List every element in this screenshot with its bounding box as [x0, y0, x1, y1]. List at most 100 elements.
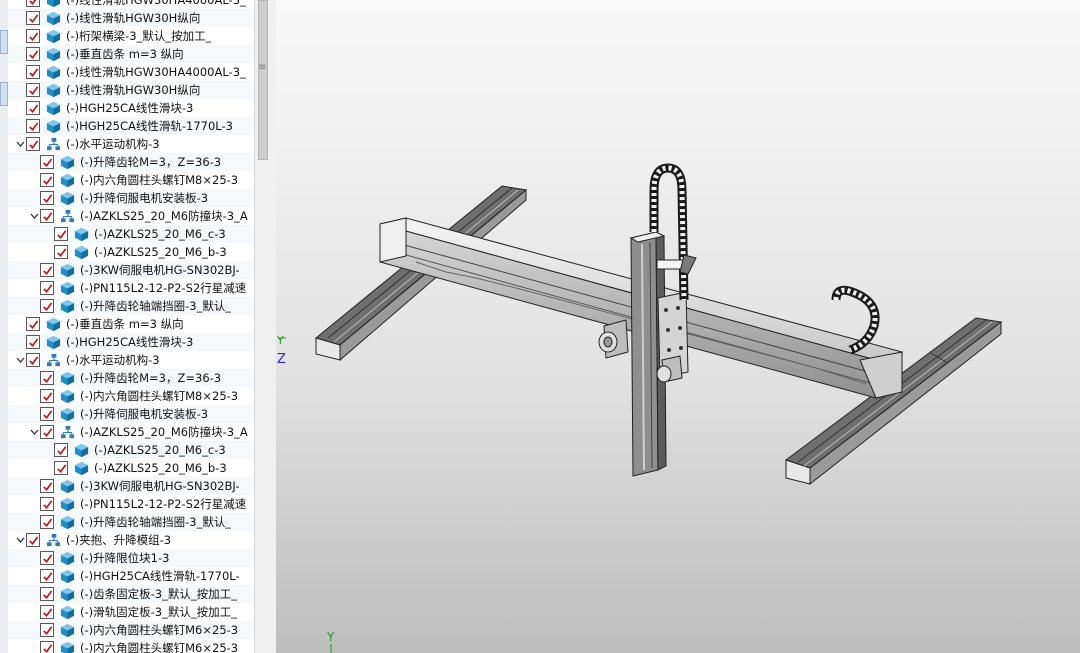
tree-part-node[interactable]: (-)内六角圆柱头螺钉M6×25-3	[8, 621, 254, 639]
visibility-checkbox[interactable]	[40, 281, 54, 295]
visibility-checkbox[interactable]	[26, 317, 40, 331]
visibility-checkbox[interactable]	[26, 119, 40, 133]
visibility-checkbox[interactable]	[40, 479, 54, 493]
assembly-icon	[60, 425, 75, 440]
visibility-checkbox[interactable]	[54, 245, 68, 259]
scrollbar-thumb[interactable]	[258, 0, 268, 160]
tree-part-node[interactable]: (-)线性滑轨HGW30H纵向	[8, 81, 254, 99]
visibility-checkbox[interactable]	[40, 209, 54, 223]
tree-part-node[interactable]: (-)升降齿轮M=3，Z=36-3	[8, 369, 254, 387]
tree-part-node[interactable]: (-)AZKLS25_20_M6_c-3	[8, 225, 254, 243]
visibility-checkbox[interactable]	[26, 137, 40, 151]
tree-indent	[8, 135, 26, 153]
visibility-checkbox[interactable]	[40, 497, 54, 511]
tree-part-node[interactable]: (-)线性滑轨HGW30HA4000AL-3_	[8, 0, 254, 9]
tree-part-node[interactable]: (-)AZKLS25_20_M6_c-3	[8, 441, 254, 459]
chevron-down-icon[interactable]	[14, 135, 26, 153]
visibility-checkbox[interactable]	[26, 101, 40, 115]
tree-part-node[interactable]: (-)AZKLS25_20_M6_b-3	[8, 459, 254, 477]
tree-part-node[interactable]: (-)线性滑轨HGW30HA4000AL-3_	[8, 63, 254, 81]
tree-part-node[interactable]: (-)升降伺服电机安装板-3	[8, 189, 254, 207]
tree-part-node[interactable]: (-)3KW伺服电机HG-SN302BJ-	[8, 261, 254, 279]
visibility-checkbox[interactable]	[54, 461, 68, 475]
tree-node-label: (-)HGH25CA线性滑轨-1770L-3	[66, 119, 233, 133]
tree-part-node[interactable]: (-)升降齿轮轴端挡圈-3_默认_	[8, 297, 254, 315]
tree-part-node[interactable]: (-)PN115L2-12-P2-S2行星减速	[8, 279, 254, 297]
visibility-checkbox[interactable]	[40, 623, 54, 637]
visibility-checkbox[interactable]	[26, 11, 40, 25]
tree-part-node[interactable]: (-)HGH25CA线性滑轨-1770L-3	[8, 117, 254, 135]
tree-part-node[interactable]: (-)升降齿轮轴端挡圈-3_默认_	[8, 513, 254, 531]
visibility-checkbox[interactable]	[40, 299, 54, 313]
visibility-checkbox[interactable]	[26, 533, 40, 547]
visibility-checkbox[interactable]	[26, 47, 40, 61]
gantry-model[interactable]	[276, 0, 1080, 653]
tree-part-node[interactable]: (-)PN115L2-12-P2-S2行星减速	[8, 495, 254, 513]
tree-part-node[interactable]: (-)升降伺服电机安装板-3	[8, 405, 254, 423]
tree-scrollbar[interactable]	[256, 0, 270, 653]
visibility-checkbox[interactable]	[40, 425, 54, 439]
splitter-grip-icon: ≡	[258, 62, 267, 73]
tree-part-node[interactable]: (-)HGH25CA线性滑轨-1770L-	[8, 567, 254, 585]
visibility-checkbox[interactable]	[40, 569, 54, 583]
tree-part-node[interactable]: (-)内六角圆柱头螺钉M8×25-3	[8, 171, 254, 189]
visibility-checkbox[interactable]	[40, 263, 54, 277]
visibility-checkbox[interactable]	[40, 515, 54, 529]
visibility-checkbox[interactable]	[40, 551, 54, 565]
visibility-checkbox[interactable]	[26, 335, 40, 349]
visibility-checkbox[interactable]	[26, 65, 40, 79]
chevron-down-icon[interactable]	[28, 207, 40, 225]
part-cube-icon	[60, 281, 75, 296]
visibility-checkbox[interactable]	[54, 227, 68, 241]
tree-part-node[interactable]: (-)垂直齿条 m=3 纵向	[8, 315, 254, 333]
tree-part-node[interactable]: (-)升降齿轮M=3，Z=36-3	[8, 153, 254, 171]
tree-assembly-node[interactable]: (-)AZKLS25_20_M6防撞块-3_A	[8, 423, 254, 441]
graphics-viewport[interactable]: Y Z Y	[276, 0, 1080, 653]
part-cube-icon	[60, 155, 75, 170]
visibility-checkbox[interactable]	[26, 353, 40, 367]
tree-assembly-node[interactable]: (-)水平运动机构-3	[8, 351, 254, 369]
visibility-checkbox[interactable]	[40, 605, 54, 619]
tree-node-label: (-)AZKLS25_20_M6_b-3	[94, 245, 227, 259]
visibility-checkbox[interactable]	[26, 0, 40, 7]
visibility-checkbox[interactable]	[40, 173, 54, 187]
part-cube-icon	[46, 65, 61, 80]
visibility-checkbox[interactable]	[26, 83, 40, 97]
tree-part-node[interactable]: (-)线性滑轨HGW30H纵向	[8, 9, 254, 27]
tree-part-node[interactable]: (-)内六角圆柱头螺钉M8×25-3	[8, 387, 254, 405]
visibility-checkbox[interactable]	[54, 443, 68, 457]
visibility-checkbox[interactable]	[40, 155, 54, 169]
tree-assembly-node[interactable]: (-)夹抱、升降模组-3	[8, 531, 254, 549]
tree-part-node[interactable]: (-)滑轨固定板-3_默认_按加工_	[8, 603, 254, 621]
tree-part-node[interactable]: (-)AZKLS25_20_M6_b-3	[8, 243, 254, 261]
tree-node-label: (-)升降齿轮M=3，Z=36-3	[80, 155, 222, 169]
visibility-checkbox[interactable]	[26, 29, 40, 43]
visibility-checkbox[interactable]	[40, 371, 54, 385]
tree-part-node[interactable]: (-)垂直齿条 m=3 纵向	[8, 45, 254, 63]
visibility-checkbox[interactable]	[40, 641, 54, 653]
tree-part-node[interactable]: (-)HGH25CA线性滑块-3	[8, 333, 254, 351]
tree-part-node[interactable]: (-)3KW伺服电机HG-SN302BJ-	[8, 477, 254, 495]
tree-assembly-node[interactable]: (-)AZKLS25_20_M6防撞块-3_A	[8, 207, 254, 225]
visibility-checkbox[interactable]	[40, 407, 54, 421]
tree-part-node[interactable]: (-)升降限位块1-3	[8, 549, 254, 567]
visibility-checkbox[interactable]	[40, 191, 54, 205]
tree-assembly-node[interactable]: (-)水平运动机构-3	[8, 135, 254, 153]
tree-part-node[interactable]: (-)齿条固定板-3_默认_按加工_	[8, 585, 254, 603]
strip-button[interactable]	[0, 30, 8, 54]
tree-node-label: (-)桁架横梁-3_默认_按加工_	[66, 29, 212, 43]
part-cube-icon	[46, 0, 61, 8]
chevron-down-icon[interactable]	[28, 423, 40, 441]
chevron-down-icon[interactable]	[14, 351, 26, 369]
tree-indent	[8, 351, 26, 369]
strip-button[interactable]	[0, 82, 8, 106]
tree-node-label: (-)升降齿轮轴端挡圈-3_默认_	[80, 515, 232, 529]
tree-part-node[interactable]: (-)内六角圆柱头螺钉M6×25-3	[8, 639, 254, 653]
part-cube-icon	[46, 101, 61, 116]
visibility-checkbox[interactable]	[40, 587, 54, 601]
visibility-checkbox[interactable]	[40, 389, 54, 403]
tree-node-label: (-)AZKLS25_20_M6防撞块-3_A	[80, 209, 248, 223]
tree-part-node[interactable]: (-)HGH25CA线性滑块-3	[8, 99, 254, 117]
chevron-down-icon[interactable]	[14, 531, 26, 549]
tree-part-node[interactable]: (-)桁架横梁-3_默认_按加工_	[8, 27, 254, 45]
